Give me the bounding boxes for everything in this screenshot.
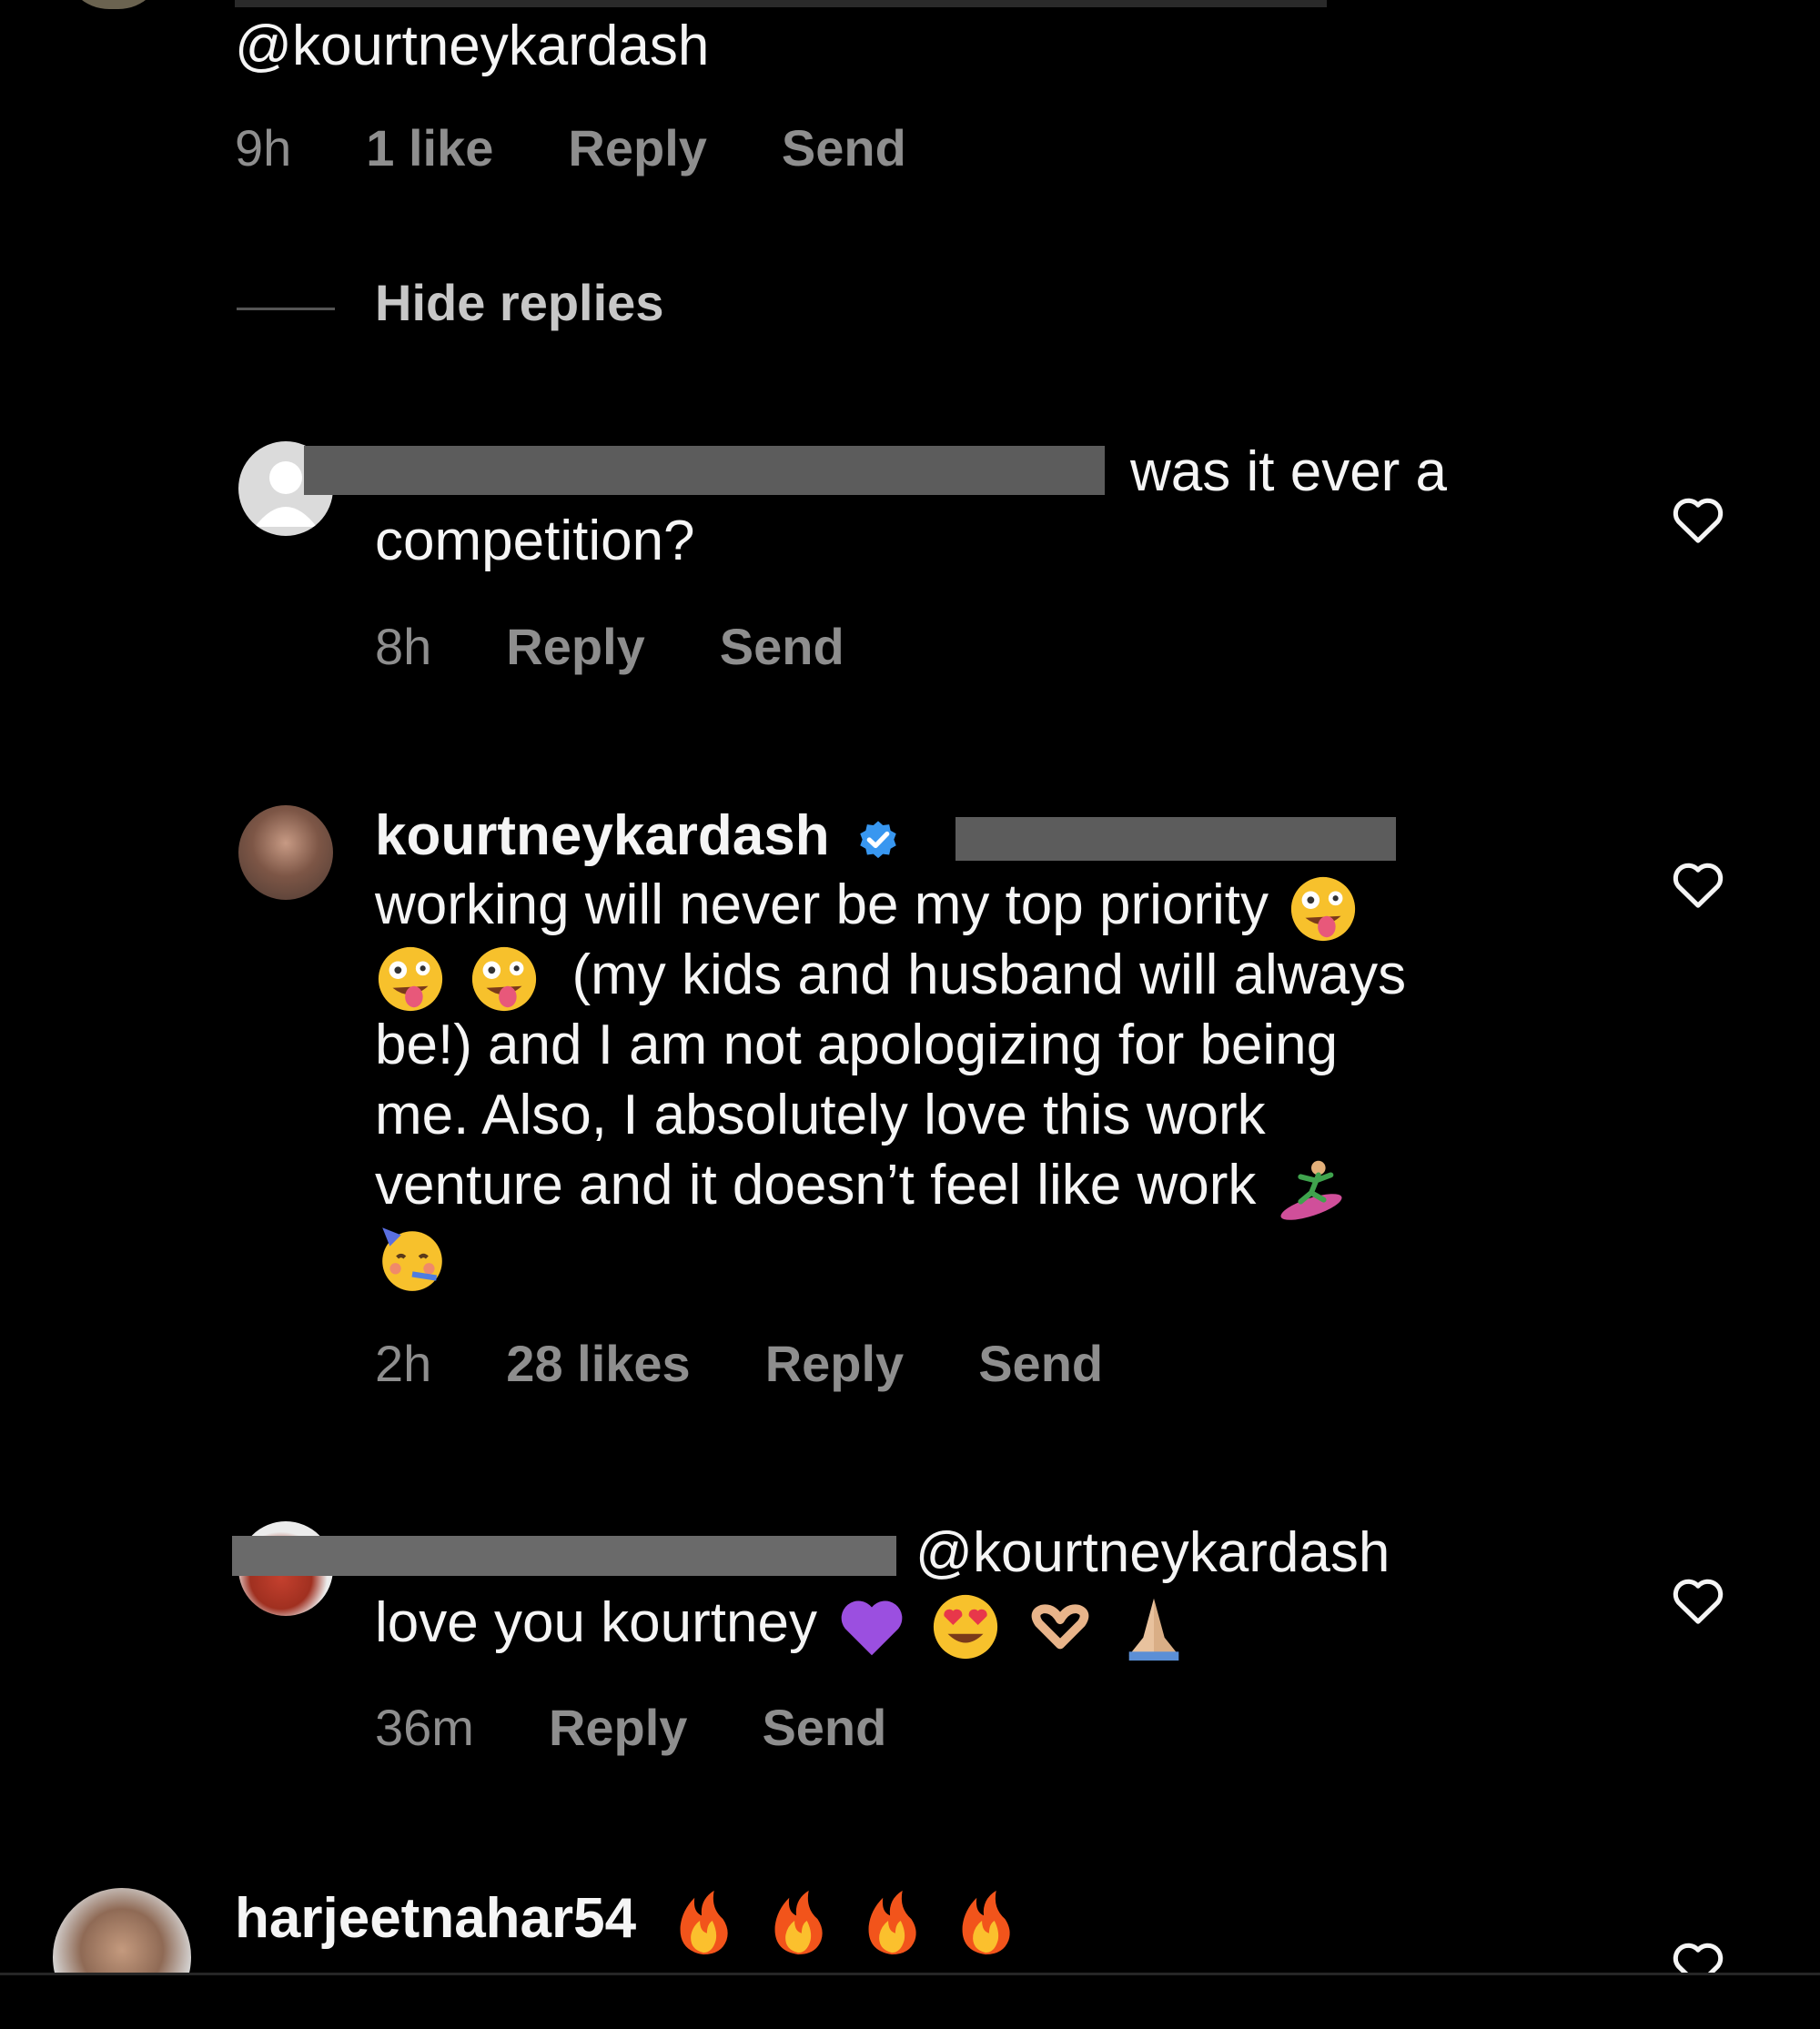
verified-badge-icon — [860, 821, 896, 858]
username-link[interactable]: kourtneykardash — [375, 804, 830, 867]
reply-text-line: working will never be my top priority — [375, 870, 1362, 944]
reply-emoji-line — [375, 1220, 453, 1295]
reply-button[interactable]: Reply — [549, 1698, 688, 1757]
top-comment-meta: 9h 1 like Reply Send — [235, 118, 906, 177]
reply-button[interactable]: Reply — [568, 118, 707, 177]
reply-text-line: was it ever a — [1130, 440, 1448, 503]
redacted-text — [235, 0, 1327, 7]
zany-face-icon — [472, 946, 537, 1011]
heart-hands-icon — [1031, 1604, 1089, 1649]
reply-button[interactable]: Reply — [506, 617, 645, 676]
reply-meta: 8h Reply Send — [375, 617, 844, 676]
redacted-username — [232, 1536, 896, 1576]
reply-header: kourtneykardash — [375, 801, 902, 871]
reply-meta: 2h 28 likes Reply Send — [375, 1334, 1103, 1393]
redacted-mention — [956, 817, 1396, 861]
hide-replies-line — [237, 308, 335, 310]
top-avatar-partial[interactable] — [64, 0, 164, 9]
reply-text-line: competition? — [375, 510, 695, 572]
reply-text-line: venture and it doesn’t feel like work — [375, 1150, 1350, 1225]
surfer-icon — [1280, 1160, 1342, 1220]
comment-time: 36m — [375, 1699, 474, 1756]
heart-eyes-icon — [934, 1594, 998, 1659]
hide-replies-button[interactable]: Hide replies — [375, 273, 663, 332]
reply-mention[interactable]: @kourtneykardash — [915, 1518, 1390, 1588]
top-comment-mention[interactable]: @kourtneykardash — [235, 11, 709, 81]
reply-meta: 36m Reply Send — [375, 1698, 886, 1757]
folded-hands-icon — [1128, 1598, 1179, 1661]
purple-heart-icon — [841, 1600, 903, 1655]
heart-outline-icon[interactable] — [1670, 1574, 1726, 1625]
reply-text-line: be!) and I am not apologizing for being — [375, 1014, 1339, 1076]
send-button[interactable]: Send — [720, 617, 844, 676]
reply-button[interactable]: Reply — [765, 1334, 905, 1393]
send-button[interactable]: Send — [978, 1334, 1103, 1393]
heart-outline-icon[interactable] — [1670, 858, 1726, 909]
zany-face-icon — [1291, 876, 1356, 941]
comment-time: 9h — [235, 119, 292, 177]
reply-text-line: (my kids and husband will always — [375, 940, 1406, 1014]
comment-time: 2h — [375, 1335, 432, 1392]
redacted-username — [304, 446, 1105, 495]
fire-icon — [774, 1890, 823, 1954]
comment-time: 8h — [375, 618, 432, 675]
bottom-bar — [0, 1973, 1820, 2029]
reply-text-line: me. Also, I absolutely love this work — [375, 1084, 1266, 1146]
avatar[interactable] — [238, 805, 333, 900]
username-link[interactable]: harjeetnahar54 — [235, 1887, 636, 1950]
reply-text-line: love you kourtney — [375, 1588, 1193, 1662]
zany-face-icon — [378, 946, 443, 1011]
fire-icon — [868, 1890, 916, 1954]
heart-outline-icon[interactable] — [1670, 493, 1726, 544]
comment-header: harjeetnahar54 — [235, 1883, 1025, 1958]
likes-count-link[interactable]: 1 like — [366, 118, 493, 177]
fire-icon — [962, 1890, 1010, 1954]
send-button[interactable]: Send — [762, 1698, 886, 1757]
likes-count-link[interactable]: 28 likes — [506, 1334, 690, 1393]
send-button[interactable]: Send — [782, 118, 906, 177]
partying-face-icon — [382, 1227, 442, 1291]
fire-icon — [680, 1890, 729, 1954]
